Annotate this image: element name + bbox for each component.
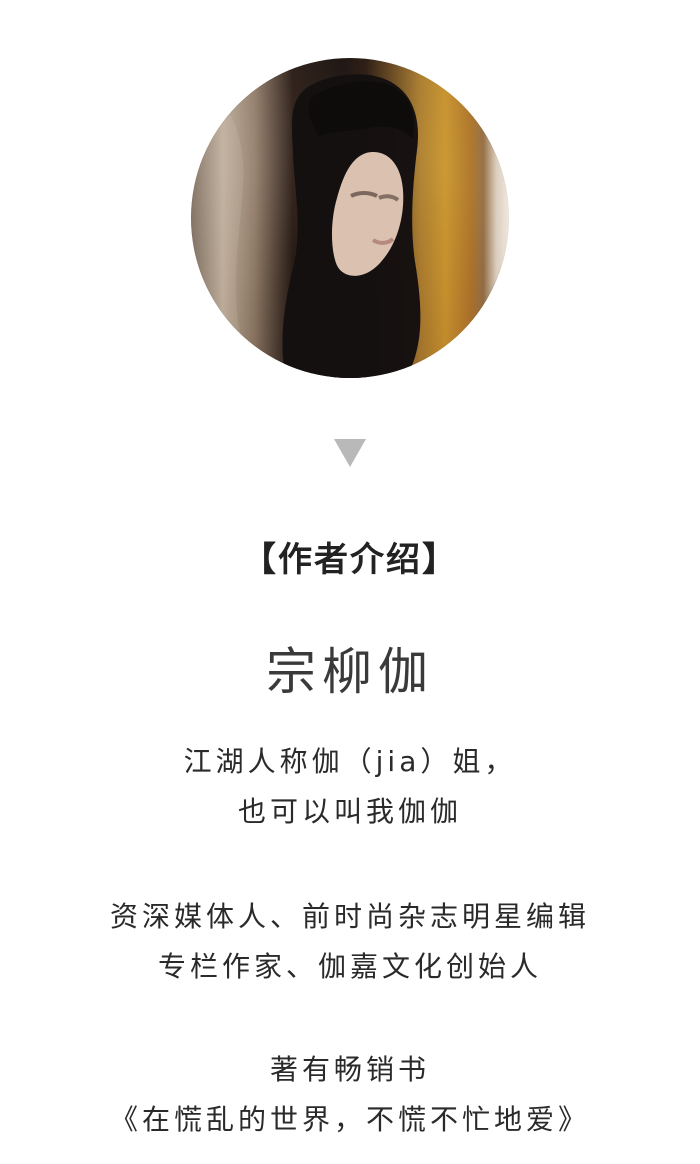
page: 【作者介绍】 宗柳伽 江湖人称伽（jia）姐， 也可以叫我伽伽 资深媒体人、前时… <box>0 0 700 1164</box>
section-title: 【作者介绍】 <box>242 540 458 580</box>
author-bio-line: 资深媒体人、前时尚杂志明星编辑 <box>109 900 590 933</box>
author-book-title: 《在慌乱的世界，不慌不忙地爱》 <box>109 1103 590 1136</box>
author-name: 宗柳伽 <box>266 643 434 701</box>
author-bio-line: 也可以叫我伽伽 <box>237 795 462 828</box>
author-avatar-image <box>191 58 509 378</box>
portrait-illustration <box>191 58 421 378</box>
author-bio-line: 专栏作家、伽嘉文化创始人 <box>157 950 542 983</box>
portrait-background-highlight <box>191 58 263 378</box>
author-bio-line: 江湖人称伽（jia）姐， <box>183 745 517 778</box>
down-triangle-icon <box>334 439 366 467</box>
author-bio-line: 著有畅销书 <box>269 1053 430 1086</box>
